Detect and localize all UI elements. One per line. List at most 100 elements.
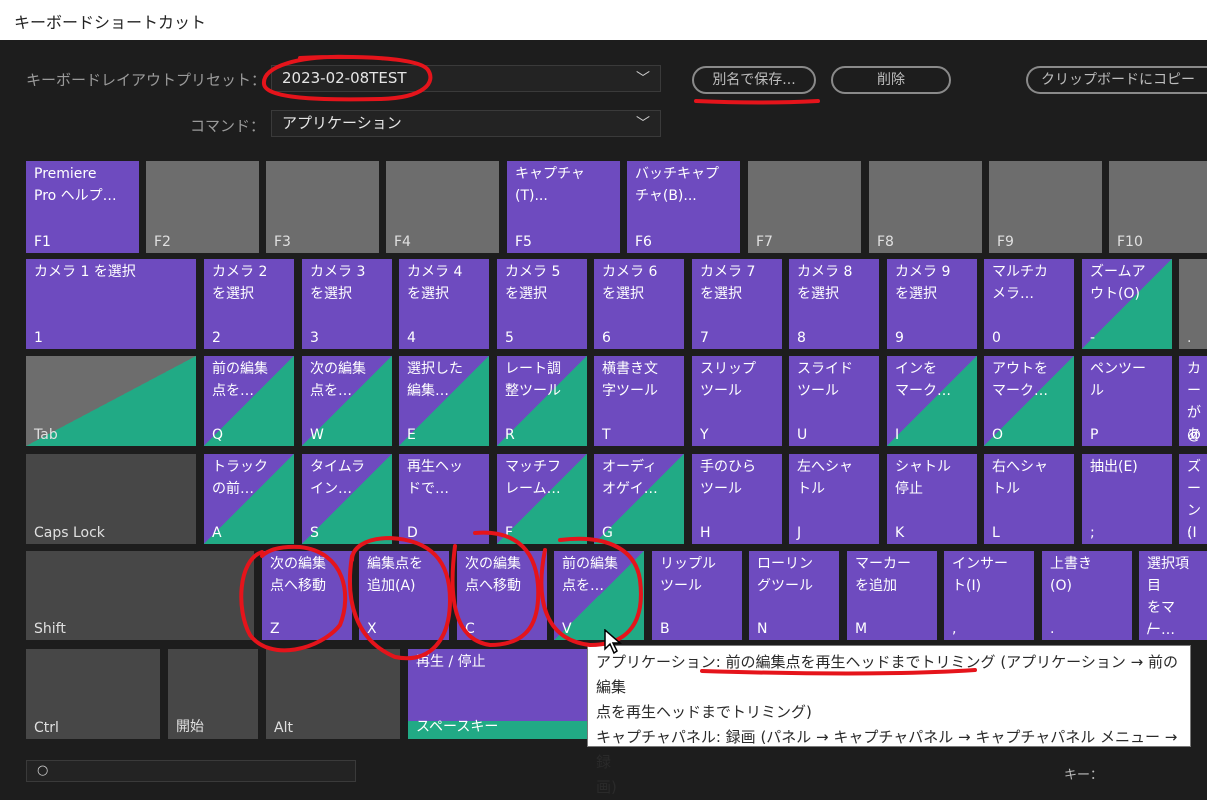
key-cap-label: W bbox=[310, 427, 324, 443]
key-alt[interactable]: Alt bbox=[266, 649, 400, 739]
key-n[interactable]: ローリン グツール N bbox=[749, 551, 839, 640]
key-f10[interactable]: F10 bbox=[1109, 161, 1207, 253]
key-space[interactable]: 再生 / 停止 スペースキー bbox=[408, 649, 588, 739]
key-shift[interactable]: Shift bbox=[26, 551, 254, 640]
key-period[interactable]: 上書き (O). bbox=[1042, 551, 1132, 640]
key-w[interactable]: 次の編集 点を… W bbox=[302, 356, 392, 446]
delete-button[interactable]: 削除 bbox=[831, 66, 951, 94]
key-cap-label: O bbox=[992, 427, 1004, 443]
key-f8[interactable]: F8 bbox=[869, 161, 982, 253]
key-j[interactable]: 左へシャ トル J bbox=[789, 454, 879, 544]
key-cap-label: 8 bbox=[797, 330, 806, 346]
key-f6[interactable]: バッチキャプ チャ(B)... F6 bbox=[627, 161, 740, 253]
key-start[interactable]: 開始 bbox=[168, 649, 258, 739]
key-r[interactable]: レート調 整ツール R bbox=[497, 356, 587, 446]
key-f7[interactable]: F7 bbox=[748, 161, 861, 253]
key-slash[interactable]: 選択項目 をマー… / bbox=[1139, 551, 1207, 640]
key-h[interactable]: 手のひら ツール H bbox=[692, 454, 782, 544]
key-k[interactable]: シャトル 停止 K bbox=[887, 454, 977, 544]
mouse-cursor-icon bbox=[604, 629, 623, 655]
key-f9[interactable]: F9 bbox=[989, 161, 1102, 253]
key-cap-label: Alt bbox=[274, 720, 293, 736]
copy-to-clipboard-button[interactable]: クリップボードにコピー bbox=[1026, 66, 1207, 94]
key-o[interactable]: アウトを マーク… O bbox=[984, 356, 1074, 446]
key-6[interactable]: カメラ 6 を選択 6 bbox=[594, 259, 684, 349]
key-u[interactable]: スライド ツール U bbox=[789, 356, 879, 446]
key-cap-label: C bbox=[465, 621, 475, 637]
key-cap-label: H bbox=[700, 525, 711, 541]
key-v[interactable]: 前の編集 点を… V bbox=[554, 551, 644, 640]
key-p[interactable]: ペンツー ル P bbox=[1082, 356, 1172, 446]
command-dropdown[interactable]: アプリケーション ﹀ bbox=[271, 110, 661, 137]
search-input[interactable]: ○ bbox=[26, 760, 356, 782]
key-minus[interactable]: ズームア ウト(O) - bbox=[1082, 259, 1172, 349]
key-cap-label: : bbox=[1187, 525, 1192, 541]
save-as-button[interactable]: 別名で保存... bbox=[692, 66, 816, 94]
key-tab[interactable]: Tab bbox=[26, 356, 196, 446]
key-cap-label: F4 bbox=[394, 234, 411, 250]
key-x[interactable]: 編集点を 追加(A) X bbox=[359, 551, 449, 640]
key-at[interactable]: カー があ @ bbox=[1179, 356, 1207, 446]
key-i[interactable]: インを マーク… I bbox=[887, 356, 977, 446]
key-cap-label: B bbox=[660, 621, 670, 637]
key-command-label: マーカー を追加 bbox=[855, 556, 911, 594]
key-cap-label: Shift bbox=[34, 621, 66, 637]
key-z[interactable]: 次の編集 点へ移動 Z bbox=[262, 551, 352, 640]
key-5[interactable]: カメラ 5 を選択 5 bbox=[497, 259, 587, 349]
key-cap-label: 1 bbox=[34, 330, 43, 346]
key-2[interactable]: カメラ 2 を選択 2 bbox=[204, 259, 294, 349]
key-command-label: キャプチャ (T)... bbox=[515, 166, 585, 204]
key-f3[interactable]: F3 bbox=[266, 161, 379, 253]
key-3[interactable]: カメラ 3 を選択 3 bbox=[302, 259, 392, 349]
key-command-label: スライド ツール bbox=[797, 361, 853, 399]
key-cap-label: J bbox=[797, 525, 802, 541]
key-command-label: 抽出(E) bbox=[1090, 459, 1138, 475]
key-f4[interactable]: F4 bbox=[386, 161, 499, 253]
key-g[interactable]: オーディ オゲイ… G bbox=[594, 454, 684, 544]
key-comma[interactable]: インサー ト(I), bbox=[944, 551, 1034, 640]
key-cap-label: P bbox=[1090, 427, 1099, 443]
key-0[interactable]: マルチカ メラ… 0 bbox=[984, 259, 1074, 349]
key-e[interactable]: 選択した 編集… E bbox=[399, 356, 489, 446]
key-dot[interactable]: . bbox=[1179, 259, 1207, 349]
key-colon[interactable]: ズー ン(I: bbox=[1179, 454, 1207, 544]
key-q[interactable]: 前の編集 点を… Q bbox=[204, 356, 294, 446]
key-c[interactable]: 次の編集 点へ移動 C bbox=[457, 551, 547, 640]
key-b[interactable]: リップル ツール B bbox=[652, 551, 742, 640]
key-cap-label: ; bbox=[1090, 525, 1095, 541]
key-cap-label: G bbox=[602, 525, 613, 541]
key-semi[interactable]: 抽出(E); bbox=[1082, 454, 1172, 544]
key-9[interactable]: カメラ 9 を選択 9 bbox=[887, 259, 977, 349]
key-l[interactable]: 右へシャ トル L bbox=[984, 454, 1074, 544]
key-ctrl[interactable]: Ctrl bbox=[26, 649, 160, 739]
key-1[interactable]: カメラ 1 を選択 1 bbox=[26, 259, 196, 349]
key-f5[interactable]: キャプチャ (T)... F5 bbox=[507, 161, 620, 253]
key-command-label: カメラ 4 を選択 bbox=[407, 264, 463, 302]
key-4[interactable]: カメラ 4 を選択 4 bbox=[399, 259, 489, 349]
key-8[interactable]: カメラ 8 を選択 8 bbox=[789, 259, 879, 349]
key-cap-label: / bbox=[1147, 621, 1152, 637]
key-command-label: カメラ 8 を選択 bbox=[797, 264, 853, 302]
key-f[interactable]: マッチフ レーム… F bbox=[497, 454, 587, 544]
key-m[interactable]: マーカー を追加 M bbox=[847, 551, 937, 640]
key-cap-label: F9 bbox=[997, 234, 1014, 250]
preset-dropdown[interactable]: 2023-02-08TEST ﹀ bbox=[271, 65, 661, 92]
key-t[interactable]: 横書き文 字ツール T bbox=[594, 356, 684, 446]
preset-value: 2023-02-08TEST bbox=[282, 69, 407, 87]
key-d[interactable]: 再生ヘッ ドで… D bbox=[399, 454, 489, 544]
key-f2[interactable]: F2 bbox=[146, 161, 259, 253]
key-f1[interactable]: Premiere Pro ヘルプ… F1 bbox=[26, 161, 139, 253]
key-command-label: 編集点を 追加(A) bbox=[367, 556, 423, 594]
key-s[interactable]: タイムラ イン… S bbox=[302, 454, 392, 544]
key-cap-label: , bbox=[952, 621, 957, 637]
command-tooltip: アプリケーション: 前の編集点を再生ヘッドまでトリミング (アプリケーション →… bbox=[587, 645, 1191, 796]
key-a[interactable]: トラック の前… A bbox=[204, 454, 294, 544]
key-cap-label: X bbox=[367, 621, 377, 637]
key-cap-label: Q bbox=[212, 427, 224, 443]
key-y[interactable]: スリップ ツール Y bbox=[692, 356, 782, 446]
key-cap-label: M bbox=[855, 621, 868, 637]
key-caps[interactable]: Caps Lock bbox=[26, 454, 196, 544]
key-command-label: カメラ 2 を選択 bbox=[212, 264, 268, 302]
key-command-label: インを マーク… bbox=[895, 361, 951, 399]
key-7[interactable]: カメラ 7 を選択 7 bbox=[692, 259, 782, 349]
